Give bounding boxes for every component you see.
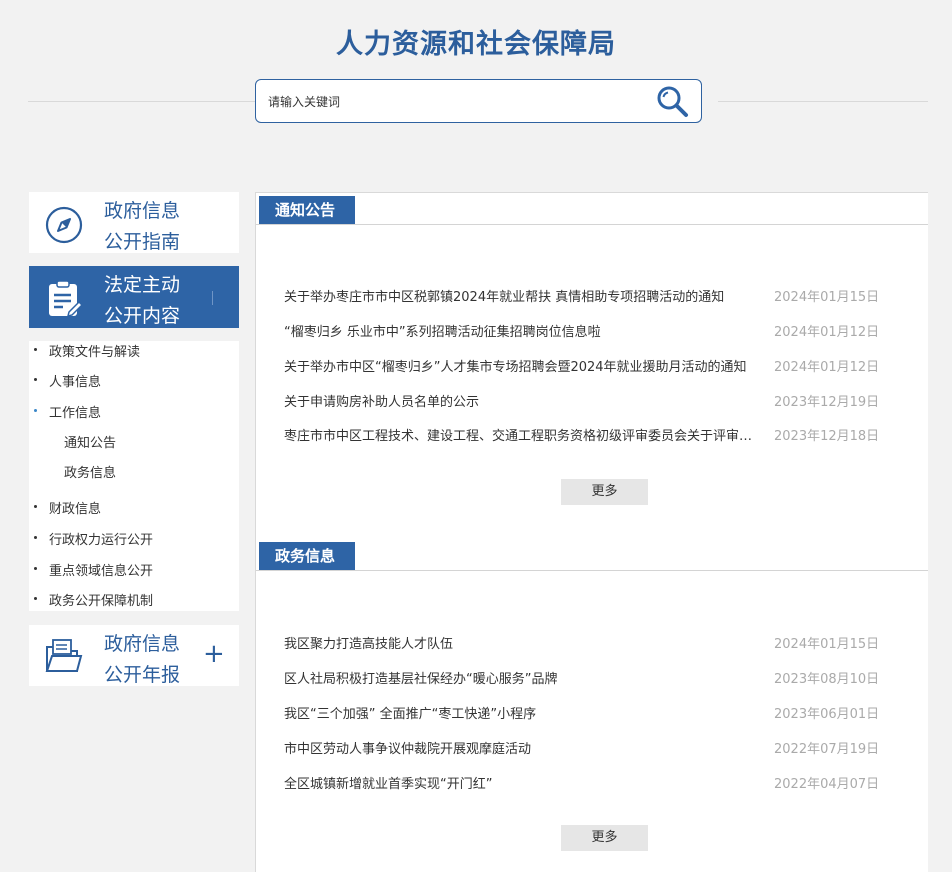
list-item[interactable]: “榴枣归乡 乐业市中”系列招聘活动征集招聘岗位信息啦 2024年01月12日 (284, 321, 884, 341)
notices-more-button[interactable]: 更多 (561, 479, 648, 505)
list-item[interactable]: 区人社局积极打造基层社保经办“暖心服务”品牌 2023年08月10日 (284, 668, 884, 688)
sidebar-card-statutory[interactable]: 法定主动 公开内容 (29, 266, 239, 328)
sidebar-item-label: 政策文件与解读 (49, 345, 141, 360)
site-title: 人力资源和社会保障局 (336, 29, 616, 60)
statutory-line2: 公开内容 (104, 305, 181, 327)
search-button[interactable] (655, 84, 691, 120)
statutory-line1: 法定主动 (104, 274, 181, 296)
sidebar-item-label: 财政信息 (49, 502, 102, 517)
guide-line1: 政府信息 (104, 200, 181, 222)
section-divider (256, 570, 928, 571)
bullet-icon (34, 597, 37, 600)
news-title: 关于举办市中区“榴枣归乡”人才集市专场招聘会暨2024年就业援助月活动的通知 (284, 360, 747, 375)
bullet-icon (34, 348, 37, 351)
sidebar-item-label: 行政权力运行公开 (49, 533, 154, 548)
sidebar-card-annual[interactable]: 政府信息 公开年报 + (29, 625, 239, 686)
annual-line1: 政府信息 (104, 633, 181, 655)
news-date: 2023年06月01日 (774, 707, 880, 722)
news-date: 2022年07月19日 (774, 742, 880, 757)
section-tab-notices[interactable]: 通知公告 (259, 196, 355, 224)
news-date: 2022年04月07日 (774, 777, 880, 792)
bullet-icon (34, 536, 37, 539)
bullet-icon (34, 409, 37, 412)
search-bar (255, 79, 702, 123)
bullet-icon (34, 567, 37, 570)
list-item[interactable]: 枣庄市市中区工程技术、建设工程、交通工程职务资格初级评审委员会关于评审结果的公示… (284, 425, 884, 445)
list-item[interactable]: 我区“三个加强” 全面推广“枣工快递”小程序 2023年06月01日 (284, 703, 884, 723)
expand-plus-icon[interactable]: + (203, 641, 225, 667)
annual-line2: 公开年报 (104, 664, 181, 686)
sidebar-card-annual-label: 政府信息 公开年报 (104, 629, 180, 691)
divider-right (718, 101, 928, 102)
search-icon (657, 86, 688, 117)
sidebar-item-label: 工作信息 (49, 406, 102, 421)
list-item[interactable]: 市中区劳动人事争议仲裁院开展观摩庭活动 2022年07月19日 (284, 738, 884, 758)
news-date: 2024年01月12日 (774, 325, 880, 340)
sidebar-subitem-affairs[interactable]: 政务信息 (64, 462, 116, 481)
divider-left (28, 101, 256, 102)
list-item[interactable]: 关于申请购房补助人员名单的公示 2023年12月19日 (284, 391, 884, 411)
folder-icon (45, 639, 83, 672)
sidebar-subitem-notices[interactable]: 通知公告 (64, 432, 116, 451)
sidebar-menu: 政策文件与解读 人事信息 工作信息 通知公告 政务信息 财政信息 行政权力运行公… (29, 341, 239, 611)
news-title: 市中区劳动人事争议仲裁院开展观摩庭活动 (284, 742, 532, 757)
affairs-more-button[interactable]: 更多 (561, 825, 648, 851)
collapse-indicator (212, 291, 213, 305)
section-tab-affairs[interactable]: 政务信息 (259, 542, 355, 570)
guide-line2: 公开指南 (104, 231, 181, 253)
main-content: 通知公告 关于举办枣庄市市中区税郭镇2024年就业帮扶 真情相助专项招聘活动的通… (255, 192, 928, 872)
news-title: 我区“三个加强” 全面推广“枣工快递”小程序 (284, 707, 537, 722)
sidebar-card-guide[interactable]: 政府信息 公开指南 (29, 192, 239, 253)
list-item[interactable]: 全区城镇新增就业首季实现“开门红” 2022年04月07日 (284, 773, 884, 793)
news-title: 区人社局积极打造基层社保经办“暖心服务”品牌 (284, 672, 558, 687)
news-date: 2023年08月10日 (774, 672, 880, 687)
sidebar-card-statutory-label: 法定主动 公开内容 (104, 270, 180, 332)
bullet-icon (34, 505, 37, 508)
news-title: 全区城镇新增就业首季实现“开门红” (284, 777, 493, 792)
clipboard-icon (49, 280, 84, 318)
sidebar-item-label: 政务公开保障机制 (49, 594, 154, 609)
news-title: 关于举办枣庄市市中区税郭镇2024年就业帮扶 真情相助专项招聘活动的通知 (284, 290, 725, 305)
news-title: 我区聚力打造高技能人才队伍 (284, 637, 454, 652)
sidebar-item-label: 重点领域信息公开 (49, 564, 154, 579)
compass-icon (45, 206, 83, 244)
news-date: 2024年01月15日 (774, 290, 880, 305)
list-item[interactable]: 关于举办市中区“榴枣归乡”人才集市专场招聘会暨2024年就业援助月活动的通知 2… (284, 356, 884, 376)
section-divider (256, 224, 928, 225)
sidebar-card-guide-label: 政府信息 公开指南 (104, 196, 180, 258)
sidebar-item-label: 人事信息 (49, 375, 102, 390)
news-title: 关于申请购房补助人员名单的公示 (284, 395, 480, 410)
search-input[interactable] (268, 91, 638, 113)
news-title: “榴枣归乡 乐业市中”系列招聘活动征集招聘岗位信息啦 (284, 325, 601, 340)
news-date: 2024年01月15日 (774, 637, 880, 652)
list-item[interactable]: 我区聚力打造高技能人才队伍 2024年01月15日 (284, 633, 884, 653)
news-title: 枣庄市市中区工程技术、建设工程、交通工程职务资格初级评审委员会关于评审结果的公示 (284, 429, 754, 444)
news-date: 2023年12月19日 (774, 395, 880, 410)
bullet-icon (34, 378, 37, 381)
news-date: 2024年01月12日 (774, 360, 880, 375)
news-date: 2023年12月18日 (774, 429, 880, 444)
list-item[interactable]: 关于举办枣庄市市中区税郭镇2024年就业帮扶 真情相助专项招聘活动的通知 202… (284, 286, 884, 306)
